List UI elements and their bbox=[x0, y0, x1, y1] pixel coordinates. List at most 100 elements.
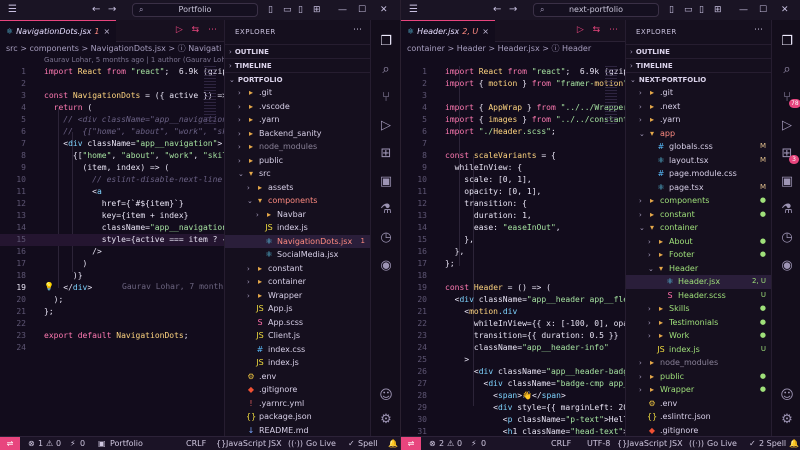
remote-indicator-icon[interactable]: ⇌ bbox=[401, 437, 421, 450]
customize-layout-icon[interactable]: ⊞ bbox=[313, 4, 321, 16]
explorer-section-outline[interactable]: › OUTLINE bbox=[225, 44, 370, 58]
tree-item-testimonials[interactable]: › ▸ Testimonials ● bbox=[626, 316, 771, 330]
encoding-or-eol[interactable]: CRLF bbox=[186, 437, 206, 450]
code-line[interactable]: 4 return ( bbox=[0, 102, 224, 114]
tree-item--yarn[interactable]: › ▸ .yarn bbox=[626, 113, 771, 127]
layout-panel-icon[interactable]: ▭ bbox=[684, 4, 693, 16]
tree-item-backend-sanity[interactable]: › ▸ Backend_sanity bbox=[225, 127, 370, 141]
tree-item-components[interactable]: ⌄ ▾ components bbox=[225, 194, 370, 208]
code-line[interactable]: 18 bbox=[401, 270, 625, 282]
code-view[interactable]: 1 import React from "react"; 6.9k (gzippe… bbox=[401, 66, 625, 436]
code-line[interactable]: 10 // eslint-disable-next-line bbox=[0, 174, 224, 186]
error-icon[interactable]: ⊗ bbox=[28, 437, 35, 450]
tree-item-app-js[interactable]: JS App.js bbox=[225, 302, 370, 316]
tree-item-components[interactable]: › ▸ components ● bbox=[626, 194, 771, 208]
tree-item--gitignore[interactable]: ◆ .gitignore bbox=[626, 424, 771, 437]
code-line[interactable]: 3 const NavigationDots = ({ active }) => … bbox=[0, 90, 224, 102]
error-icon[interactable]: ⊗ bbox=[429, 437, 436, 450]
close-icon[interactable]: ✕ bbox=[781, 4, 789, 16]
source-control-icon[interactable]: ⑂ 78 bbox=[772, 90, 800, 108]
extensions-icon[interactable]: ⊞ bbox=[371, 146, 400, 161]
tree-item-wrapper[interactable]: › ▸ Wrapper bbox=[225, 289, 370, 303]
tree-item--env[interactable]: ⚙ .env bbox=[225, 370, 370, 384]
check-icon[interactable]: ✓ bbox=[749, 437, 756, 450]
tree-item--yarnrc-yml[interactable]: ! .yarnrc.yml bbox=[225, 397, 370, 411]
editor-actions-icon[interactable]: ▷ ⇆ ⋯ bbox=[577, 25, 621, 35]
menu-icon[interactable]: ☰ bbox=[8, 4, 17, 16]
tree-item-node-modules[interactable]: › ▸ node_modules bbox=[225, 140, 370, 154]
code-line[interactable]: 31 <h1 className="head-text">Gaurav bbox=[401, 426, 625, 436]
layout-secondary-icon[interactable]: ▯ bbox=[699, 4, 704, 16]
tree-item--git[interactable]: › ▸ .git bbox=[225, 86, 370, 100]
code-line[interactable]: 17}; bbox=[401, 258, 625, 270]
command-center-search[interactable]: ⌕ next-portfolio bbox=[533, 3, 659, 17]
code-line[interactable]: 2 import { motion } from "framer-motion"; bbox=[401, 78, 625, 90]
tree-item-index-js[interactable]: JS index.js bbox=[225, 221, 370, 235]
tree-item-node-modules[interactable]: › ▸ node_modules bbox=[626, 356, 771, 370]
error-count[interactable]: 1 bbox=[38, 437, 43, 450]
tree-item-index-js[interactable]: JS index.js bbox=[225, 356, 370, 370]
error-count[interactable]: 2 bbox=[439, 437, 444, 450]
tab-active-file[interactable]: ⚛ Header.jsx 2, U × bbox=[401, 20, 495, 42]
notifications-bell-icon[interactable]: 🔔 bbox=[388, 437, 398, 450]
timeline-icon[interactable]: ◷ bbox=[772, 230, 800, 245]
close-tab-icon[interactable]: × bbox=[482, 27, 489, 36]
spell-checker[interactable]: 2 Spell bbox=[759, 437, 786, 450]
tree-item-app-scss[interactable]: S App.scss bbox=[225, 316, 370, 330]
tree-item-socialmedia-jsx[interactable]: ⚛ SocialMedia.jsx bbox=[225, 248, 370, 262]
tree-item-index-js[interactable]: JS index.js U bbox=[626, 343, 771, 357]
code-line[interactable]: 12 transition: { bbox=[401, 198, 625, 210]
tree-item--eslintrc-json[interactable]: {} .eslintrc.json bbox=[626, 410, 771, 424]
maximize-icon[interactable]: ☐ bbox=[358, 4, 366, 16]
tree-item-header-scss[interactable]: S Header.scss U bbox=[626, 289, 771, 303]
code-line[interactable]: 26 <div className="app__header-badge"> bbox=[401, 366, 625, 378]
minimap[interactable] bbox=[204, 66, 216, 126]
back-arrow-icon[interactable]: ← bbox=[92, 4, 100, 16]
code-line[interactable]: 30 <p className="p-text">Hello, I am</p> bbox=[401, 414, 625, 426]
tree-item-navbar[interactable]: › ▸ Navbar bbox=[225, 208, 370, 222]
braces-icon[interactable]: {} bbox=[216, 437, 226, 450]
code-line[interactable]: 16 }, bbox=[401, 246, 625, 258]
code-line[interactable]: 18 )} bbox=[0, 270, 224, 282]
testing-icon[interactable]: ⚗ bbox=[371, 202, 400, 217]
lightbulb-icon[interactable]: 💡 bbox=[44, 282, 54, 291]
broadcast-icon[interactable]: ((·)) bbox=[689, 437, 704, 450]
tree-item-header[interactable]: ⌄ ▾ Header bbox=[626, 262, 771, 276]
forward-arrow-icon[interactable]: → bbox=[509, 4, 517, 16]
code-line[interactable]: 5 // <div className="app__navigation"> bbox=[0, 114, 224, 126]
code-line[interactable]: 23 transition={{ duration: 0.5 }} bbox=[401, 330, 625, 342]
tree-item-footer[interactable]: › ▸ Footer ● bbox=[626, 248, 771, 262]
minimize-icon[interactable]: — bbox=[338, 4, 347, 16]
code-line[interactable]: 24 bbox=[0, 342, 224, 354]
code-line[interactable]: 4 import { AppWrap } from "../../Wrapper"… bbox=[401, 102, 625, 114]
code-line[interactable]: 3 bbox=[401, 90, 625, 102]
code-line[interactable]: 27 <div className="badge-cmp app__flex"> bbox=[401, 378, 625, 390]
code-line[interactable]: 29 <div style={{ marginLeft: 20 }}> bbox=[401, 402, 625, 414]
files-icon[interactable]: ❐ bbox=[772, 34, 800, 49]
tree-item-work[interactable]: › ▸ Work ● bbox=[626, 329, 771, 343]
ports-icon[interactable]: ⚡ bbox=[471, 437, 477, 450]
tree-item-readme-md[interactable]: ↓ README.md bbox=[225, 424, 370, 437]
tree-item--env[interactable]: ⚙ .env bbox=[626, 397, 771, 411]
tree-item-container[interactable]: ⌄ ▾ container bbox=[626, 221, 771, 235]
code-line[interactable]: 17 ) bbox=[0, 258, 224, 270]
code-line[interactable]: 11 opacity: [0, 1], bbox=[401, 186, 625, 198]
remote-explorer-icon[interactable]: ▣ bbox=[371, 174, 400, 189]
tree-item-src[interactable]: ⌄ ▾ src bbox=[225, 167, 370, 181]
warning-count[interactable]: 0 bbox=[56, 437, 61, 450]
code-line[interactable]: 19 const Header = () => ( bbox=[401, 282, 625, 294]
code-line[interactable]: 5 import { images } from "../../constant"… bbox=[401, 114, 625, 126]
spell-checker[interactable]: Spell bbox=[358, 437, 378, 450]
tree-item-wrapper[interactable]: › ▸ Wrapper ● bbox=[626, 383, 771, 397]
code-line[interactable]: 21 <motion.div bbox=[401, 306, 625, 318]
code-line[interactable]: 13 key={item + index} bbox=[0, 210, 224, 222]
language-mode[interactable]: JavaScript JSX bbox=[226, 437, 282, 450]
code-line[interactable]: 2 bbox=[0, 78, 224, 90]
tree-item-about[interactable]: › ▸ About ● bbox=[626, 235, 771, 249]
code-line[interactable]: 14 ease: "easeInOut", bbox=[401, 222, 625, 234]
code-line[interactable]: 9 (item, index) => ( bbox=[0, 162, 224, 174]
tree-item-globals-css[interactable]: # globals.css M bbox=[626, 140, 771, 154]
timeline-icon[interactable]: ◷ bbox=[371, 230, 400, 245]
minimize-icon[interactable]: — bbox=[739, 4, 748, 16]
tree-item--git[interactable]: › ▸ .git bbox=[626, 86, 771, 100]
